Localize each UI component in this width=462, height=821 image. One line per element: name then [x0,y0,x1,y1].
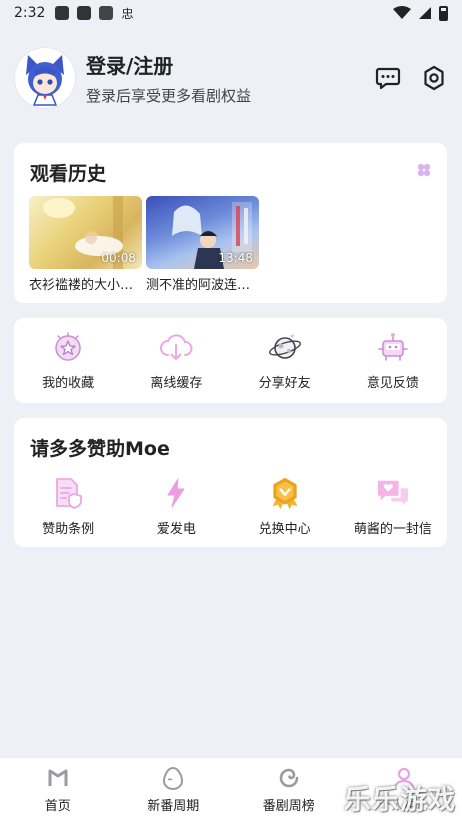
afdian-button[interactable]: 爱发电 [122,476,230,537]
redeem-center-button[interactable]: 兑换中心 [231,476,339,537]
share-planet-icon [268,334,301,359]
offline-cache-button[interactable]: 离线缓存 [122,318,230,403]
notification-icon [77,6,92,20]
nav-weekly-rank[interactable]: 番剧周榜 [231,758,347,821]
watermark-logo: 乐乐游戏 [344,785,456,816]
avatar-character-icon [26,55,64,106]
sponsor-label: 兑换中心 [258,521,311,537]
history-caption[interactable]: 测不准的阿波连… [146,274,261,293]
action-label: 我的收藏 [42,376,95,391]
watch-history-title: 观看历史 [30,163,107,185]
nav-home[interactable]: 首页 [0,758,116,821]
nav-season[interactable]: 新番周期 [116,758,232,821]
watch-history-card: 观看历史 00:08 13:48 衣衫褴褛的大小… 测不准的阿波连… [14,143,447,303]
clover-menu-icon[interactable] [417,163,431,177]
sponsor-title: 请多多赞助Moe [30,438,170,460]
video-duration: 00:08 [101,251,136,265]
user-info[interactable]: 登录/注册 登录后享受更多看剧权益 [86,50,251,106]
cloud-download-icon [160,334,193,360]
nav-label: 首页 [44,799,71,814]
medal-icon [272,477,298,509]
lightning-icon [167,478,185,507]
sponsor-terms-button[interactable]: 赞助条例 [14,476,122,537]
sponsor-card: 请多多赞助Moe 赞助条例 爱发电 兑换中心 萌酱的一封信 [14,418,447,547]
sponsor-label: 萌酱的一封信 [353,521,432,537]
sponsor-row: 赞助条例 爱发电 兑换中心 萌酱的一封信 [14,476,447,537]
status-time: 2:32 [14,5,46,21]
font-app-icon [99,6,114,20]
feedback-robot-icon [378,333,408,361]
video-duration: 13:48 [218,251,253,265]
battery-icon [439,5,448,21]
swirl-icon [279,768,299,788]
gear-icon [424,65,444,91]
nav-label: 番剧周榜 [262,799,315,814]
chat-bubble-icon [375,67,401,90]
favorites-button[interactable]: 我的收藏 [14,318,122,403]
home-m-icon [48,769,68,786]
quick-actions-card: 我的收藏 离线缓存 分享好友 意见反馈 [14,318,447,403]
letter-button[interactable]: 萌酱的一封信 [339,476,447,537]
sponsor-label: 赞助条例 [42,521,95,537]
signal-icon [419,7,431,19]
egg-icon [163,766,184,790]
sponsor-label: 爱发电 [156,521,196,537]
avatar[interactable] [14,47,76,109]
feedback-button[interactable]: 意见反馈 [339,318,447,403]
document-shield-icon [56,477,83,509]
settings-button[interactable] [420,64,448,92]
share-friends-button[interactable]: 分享好友 [231,318,339,403]
header-actions [374,64,448,92]
notification-icon [55,6,70,20]
status-glyph: 忠 [121,6,134,21]
message-button[interactable] [374,64,402,92]
login-title[interactable]: 登录/注册 [86,50,251,79]
star-badge-icon [55,332,81,361]
action-label: 离线缓存 [150,376,203,391]
action-label: 意见反馈 [366,376,419,391]
action-label: 分享好友 [258,376,311,391]
nav-label: 新番周期 [147,799,200,814]
status-bar: 2:32 忠 [0,0,462,26]
login-subtitle: 登录后享受更多看剧权益 [86,87,252,105]
history-thumbnail[interactable]: 00:08 [29,196,142,269]
profile-header: 登录/注册 登录后享受更多看剧权益 [0,40,462,116]
wifi-icon [393,6,411,19]
history-thumbnail[interactable]: 13:48 [146,196,259,269]
heart-chat-icon [377,480,408,505]
status-indicators [393,5,448,21]
history-caption[interactable]: 衣衫褴褛的大小… [29,274,144,293]
